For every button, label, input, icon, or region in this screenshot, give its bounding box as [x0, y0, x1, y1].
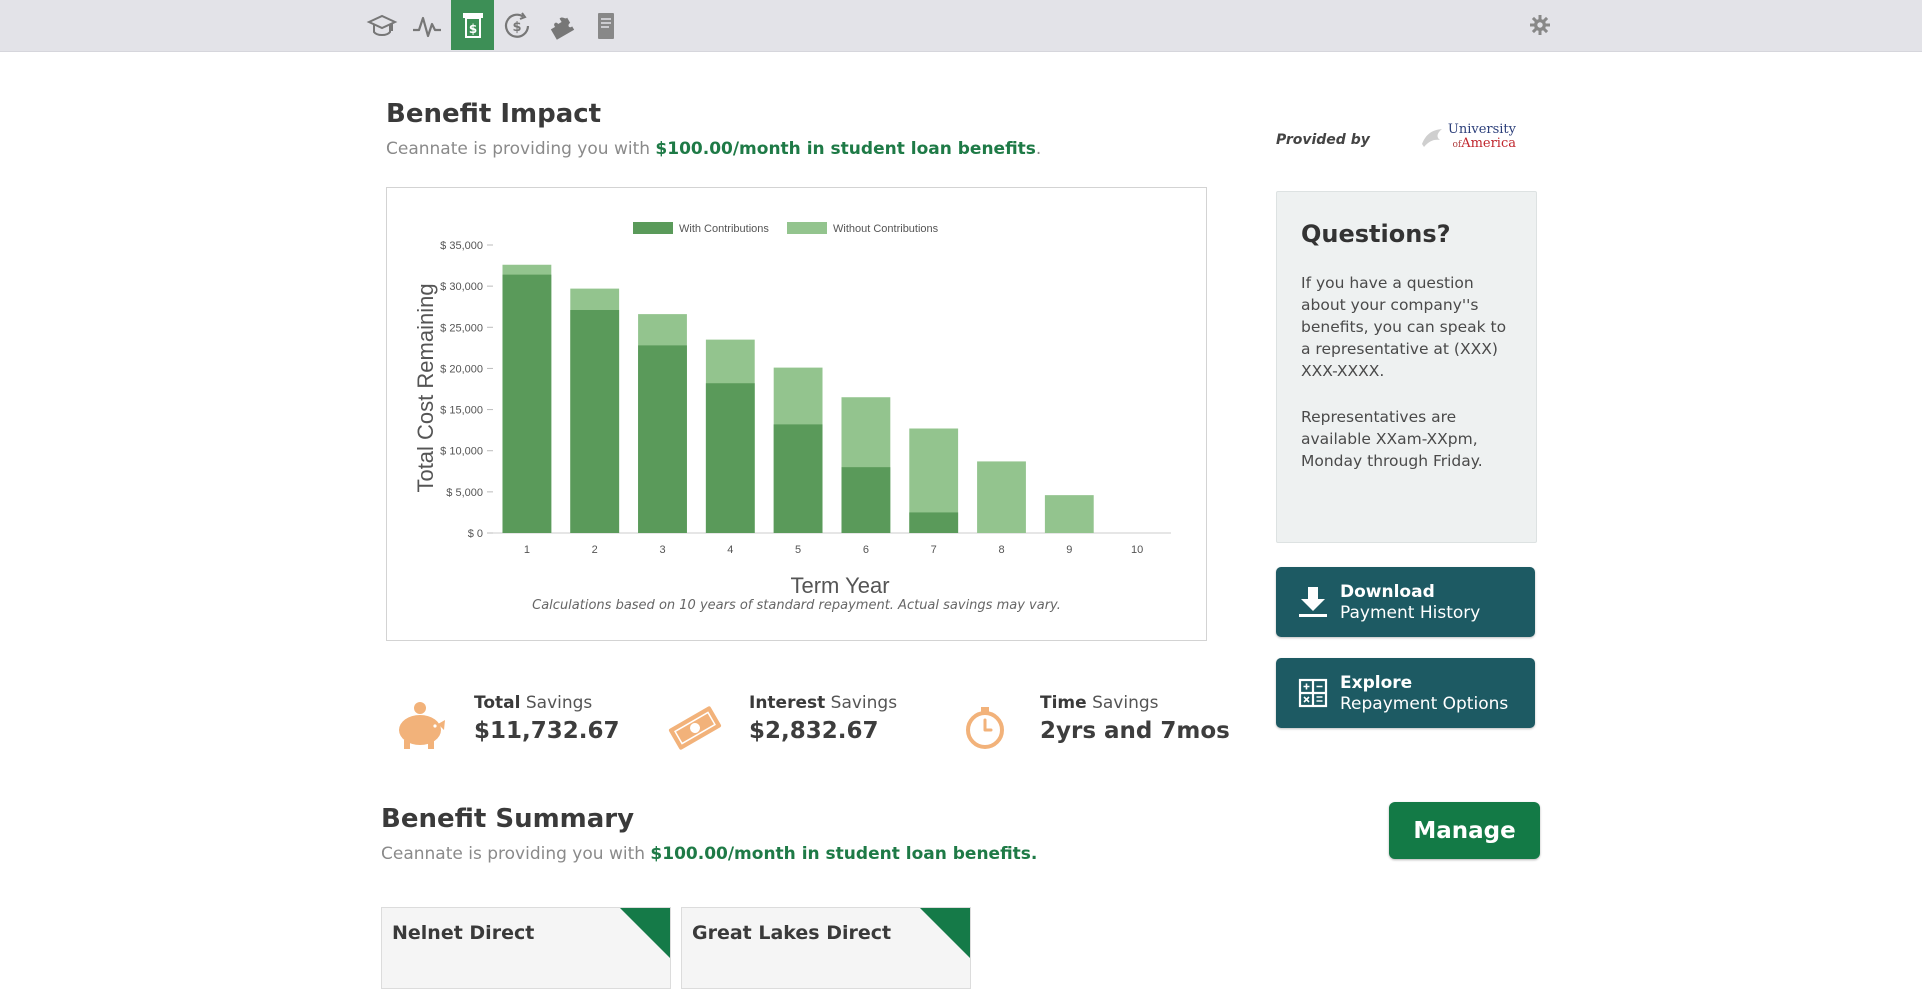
- document-icon[interactable]: [586, 6, 626, 46]
- x-tick-label: 4: [727, 544, 733, 556]
- logo-text-of: of: [1452, 140, 1462, 150]
- bar-with-contributions: [638, 345, 687, 533]
- logo-text-america: America: [1461, 136, 1516, 151]
- card-corner-flag: [920, 908, 970, 958]
- interest-savings: Interest Savings $2,832.67: [667, 688, 907, 758]
- calculator-icon: [1298, 678, 1328, 708]
- x-tick-label: 10: [1131, 544, 1143, 556]
- time-savings-value: 2yrs and 7mos: [1040, 718, 1230, 744]
- x-tick-label: 6: [863, 544, 869, 556]
- benefit-impact-title: Benefit Impact: [386, 99, 602, 129]
- legend-label-without: Without Contributions: [833, 223, 939, 235]
- loan-card-nelnet[interactable]: Nelnet Direct: [381, 907, 671, 989]
- top-nav-bar: $ $: [0, 0, 1922, 52]
- bar-with-contributions: [909, 512, 959, 533]
- bar-with-contributions: [841, 467, 891, 533]
- x-tick-label: 1: [524, 544, 530, 556]
- total-savings: Total Savings $11,732.67: [392, 688, 622, 758]
- bar-with-contributions: [705, 383, 755, 533]
- explore-button-subtitle: Repayment Options: [1340, 694, 1509, 714]
- y-tick-label: $ 25,000: [440, 322, 483, 334]
- x-tick-label: 9: [1066, 544, 1072, 556]
- y-tick-label: $ 30,000: [440, 281, 483, 293]
- interest-savings-label: Interest Savings: [749, 693, 898, 713]
- puzzle-icon[interactable]: [541, 6, 581, 46]
- activity-icon[interactable]: [407, 6, 447, 46]
- legend-swatch-with: [633, 222, 673, 234]
- y-tick-label: $ 35,000: [440, 240, 483, 252]
- x-tick-label: 8: [998, 544, 1004, 556]
- y-tick-label: $ 20,000: [440, 363, 483, 375]
- bar-with-contributions: [570, 310, 620, 533]
- x-tick-label: 5: [795, 544, 801, 556]
- svg-text:$: $: [468, 22, 476, 36]
- bar-with-contributions: [773, 424, 823, 533]
- loan-card-title: Great Lakes Direct: [692, 922, 892, 944]
- bar-without-contributions: [1044, 495, 1094, 533]
- y-tick-label: $ 0: [468, 528, 483, 540]
- time-savings-label: Time Savings: [1040, 693, 1159, 713]
- education-icon[interactable]: [362, 6, 402, 46]
- manage-button[interactable]: Manage: [1389, 802, 1540, 859]
- time-savings: Time Savings 2yrs and 7mos: [958, 688, 1230, 758]
- loan-card-great-lakes[interactable]: Great Lakes Direct: [681, 907, 971, 989]
- university-logo: University ofAmerica: [1420, 122, 1520, 156]
- card-corner-flag: [620, 908, 670, 958]
- y-tick-label: $ 15,000: [440, 405, 483, 417]
- questions-hours-text: Representatives are available XXam-XXpm,…: [1301, 408, 1483, 470]
- download-button-subtitle: Payment History: [1340, 603, 1481, 623]
- explore-repayment-options-button[interactable]: Explore Repayment Options: [1276, 658, 1535, 728]
- x-tick-label: 3: [659, 544, 665, 556]
- chart-svg: $ 0 $ 5,000 $ 10,000 $ 15,000 $ 20,000 $ 25,0…: [413, 222, 1171, 598]
- bar-without-contributions: [977, 461, 1026, 533]
- download-icon: [1299, 587, 1327, 617]
- benefit-impact-subtitle: Ceannate is providing you with $100.00/m…: [386, 139, 1042, 159]
- money-bill-icon: [668, 706, 722, 750]
- x-axis-title: Term Year: [790, 573, 889, 598]
- download-button-title: Download: [1340, 582, 1435, 602]
- stopwatch-icon: [966, 707, 1004, 749]
- chart-note: Calculations based on 10 years of standa…: [532, 598, 1061, 613]
- y-tick-label: $ 5,000: [446, 487, 483, 499]
- svg-text:$: $: [512, 20, 521, 35]
- x-tick-label: 2: [592, 544, 598, 556]
- benefits-icon[interactable]: $: [451, 0, 494, 50]
- benefit-summary-title: Benefit Summary: [381, 804, 635, 834]
- x-tick-label: 7: [931, 544, 937, 556]
- provided-by-label: Provided by: [1276, 132, 1370, 148]
- bar-with-contributions: [502, 274, 552, 533]
- logo-text-university: University: [1447, 122, 1516, 137]
- benefit-summary-subtitle: Ceannate is providing you with $100.00/m…: [381, 844, 1038, 864]
- refinance-icon[interactable]: $: [497, 6, 537, 46]
- interest-savings-value: $2,832.67: [749, 718, 879, 744]
- loan-card-title: Nelnet Direct: [392, 922, 535, 944]
- y-tick-label: $ 10,000: [440, 446, 483, 458]
- questions-contact-text: If you have a question about your compan…: [1301, 274, 1507, 380]
- eagle-logo-icon: [1422, 129, 1442, 147]
- cost-chart: $ 0 $ 5,000 $ 10,000 $ 15,000 $ 20,000 $ 25,0…: [386, 187, 1207, 641]
- legend-swatch-without: [787, 222, 827, 234]
- download-payment-history-button[interactable]: Download Payment History: [1276, 567, 1535, 637]
- legend-label-with: With Contributions: [679, 223, 769, 235]
- explore-button-title: Explore: [1340, 673, 1413, 693]
- gear-icon[interactable]: [1528, 13, 1552, 37]
- total-savings-value: $11,732.67: [474, 718, 620, 744]
- piggy-bank-icon: [399, 702, 445, 749]
- questions-title: Questions?: [1301, 220, 1451, 248]
- total-savings-label: Total Savings: [474, 693, 593, 713]
- y-axis-title: Total Cost Remaining: [413, 283, 438, 492]
- questions-panel: Questions? If you have a question about …: [1276, 191, 1537, 543]
